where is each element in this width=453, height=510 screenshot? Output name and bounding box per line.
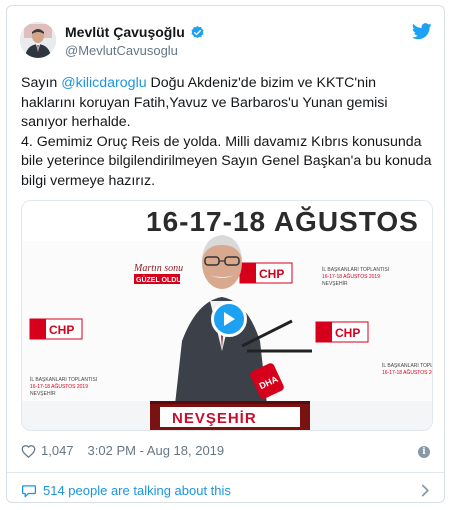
tweet-card[interactable]: Mevlüt Çavuşoğlu @MevlutCavusoglu Sayın … (6, 5, 445, 503)
tweet-text-prefix: Sayın (21, 75, 62, 91)
left-sign-line2: 16-17-18 AĞUSTOS 2019 (30, 383, 88, 390)
tweet-paragraph-1: Sayın @kilicdaroglu Doğu Akdeniz'de bizi… (21, 74, 433, 133)
right-sign-line3: NEVŞEHİR (322, 280, 348, 287)
twitter-bird-icon[interactable] (412, 23, 432, 40)
left-sign-line3: NEVŞEHİR (30, 390, 56, 397)
right-sign2-line1: İL BAŞKANLARI TOPLANTISI (382, 362, 433, 369)
banner-text: 16-17-18 AĞUSTOS (146, 206, 419, 237)
play-button[interactable] (211, 301, 247, 337)
speech-bubble-icon (22, 484, 36, 497)
video-player[interactable]: 16-17-18 AĞUSTOS CHP İL BAŞKANLARI TOPLA… (21, 200, 433, 431)
slogan-line1: Martın sonu (133, 263, 183, 274)
left-sign-line1: İL BAŞKANLARI TOPLANTISI (30, 376, 97, 383)
slogan-line2: GÜZEL OLDU (136, 275, 181, 284)
tweet-text: Sayın @kilicdaroglu Doğu Akdeniz'de bizi… (21, 74, 433, 191)
mention-link[interactable]: @kilicdaroglu (61, 75, 146, 91)
right-sign-line2: 16-17-18 AĞUSTOS 2019 (322, 273, 380, 280)
chevron-right-icon[interactable] (421, 484, 430, 497)
left-logo-text: CHP (49, 323, 74, 337)
right-sign2-line2: 16-17-18 AĞUSTOS 2019 (382, 369, 433, 376)
center-logo-text: CHP (259, 267, 284, 281)
divider (7, 472, 444, 473)
user-name-row[interactable]: Mevlüt Çavuşoğlu (65, 24, 205, 40)
tweet-paragraph-2: 4. Gemimiz Oruç Reis de yolda. Milli dav… (21, 133, 432, 189)
right-sign-line1: İL BAŞKANLARI TOPLANTISI (322, 266, 389, 273)
user-handle[interactable]: @MevlutCavusoglu (65, 43, 178, 58)
talking-link[interactable]: 514 people are talking about this (21, 483, 231, 498)
heart-icon[interactable] (21, 444, 36, 458)
verified-badge-icon (191, 25, 204, 38)
like-count[interactable]: 1,047 (41, 443, 74, 458)
timestamp[interactable]: 3:02 PM - Aug 18, 2019 (88, 443, 225, 458)
right-logo-text: CHP (335, 326, 360, 340)
info-icon[interactable]: i (418, 446, 430, 458)
tweet-meta: 1,047 3:02 PM - Aug 18, 2019 (21, 443, 224, 458)
play-icon (224, 312, 235, 326)
talking-text[interactable]: 514 people are talking about this (43, 483, 231, 498)
avatar[interactable] (20, 22, 56, 58)
podium-text: NEVŞEHİR (172, 410, 257, 427)
user-name[interactable]: Mevlüt Çavuşoğlu (65, 24, 185, 40)
